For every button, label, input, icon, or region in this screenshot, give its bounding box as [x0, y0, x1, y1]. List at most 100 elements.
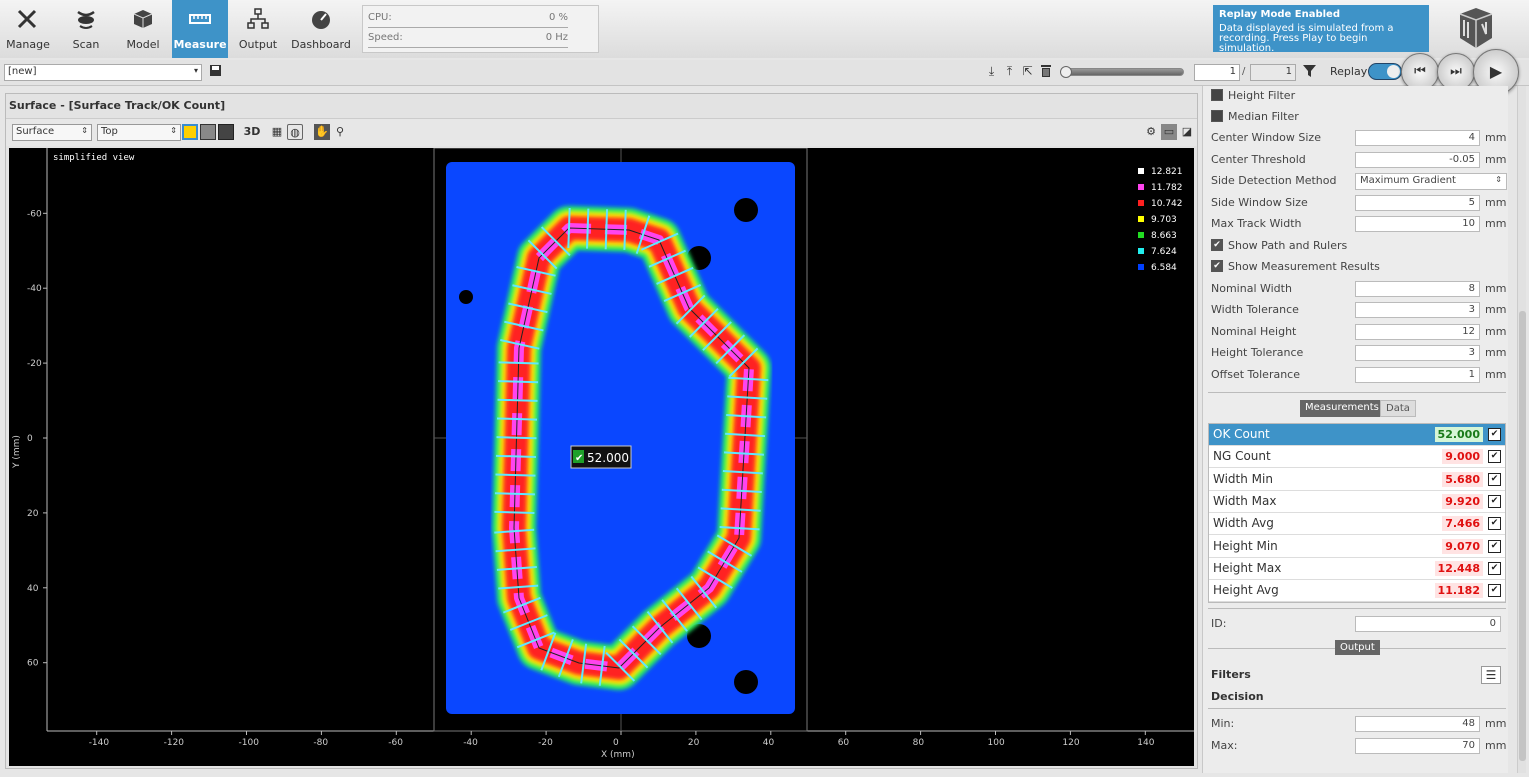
median-filter-checkbox[interactable] [1211, 110, 1223, 122]
nominal-width-input[interactable]: 8 [1355, 281, 1480, 297]
height-tolerance-input[interactable]: 3 [1355, 345, 1480, 361]
settings-scrollbar[interactable] [1517, 86, 1526, 773]
side-detection-method-select[interactable]: Maximum Gradient ⇕ [1355, 173, 1507, 190]
nav-model-button[interactable]: Model [115, 0, 171, 58]
unit-label: mm [1485, 346, 1507, 359]
y-tick-label: 20 [27, 509, 39, 519]
nav-scan-button[interactable]: Scan [58, 0, 114, 58]
max-label: Max: [1211, 739, 1238, 752]
save-icon[interactable] [209, 64, 222, 78]
enabled-checkbox[interactable]: ✔ [1488, 450, 1501, 464]
list-icon[interactable]: ☰ [1481, 666, 1501, 684]
secondary-toolbar: [new] ▾ ⤓ ⤒ ⇱ 1 / 1 Replay [0, 60, 1529, 86]
grid-mesh-icon[interactable]: ▦ [269, 124, 285, 140]
scrollbar-thumb[interactable] [1519, 311, 1526, 761]
tab-data[interactable]: Data [1380, 400, 1416, 417]
window-icon[interactable]: ◪ [1179, 124, 1195, 140]
setting-label: Max Track Width [1211, 217, 1302, 230]
settings-gears-icon[interactable]: ⚙ [1143, 124, 1159, 140]
replay-toggle[interactable] [1368, 63, 1402, 80]
center-window-size-input[interactable]: 4 [1355, 130, 1480, 146]
intensity-view-icon[interactable] [200, 124, 216, 140]
view-3d-button[interactable]: 3D [242, 124, 262, 140]
layout-icon[interactable]: ▭ [1161, 124, 1177, 140]
height-filter-label: Height Filter [1228, 89, 1296, 102]
nav-manage-label: Manage [6, 38, 50, 51]
measurement-value: 12.448 [1434, 560, 1483, 576]
measurement-row[interactable]: Width Max 9.920 ✔ [1209, 491, 1505, 513]
measurement-row[interactable]: Height Max 12.448 ✔ [1209, 558, 1505, 580]
enabled-checkbox[interactable]: ✔ [1488, 561, 1501, 575]
scan-icon [77, 10, 95, 29]
enabled-checkbox[interactable]: ✔ [1488, 472, 1501, 486]
nav-manage-button[interactable]: Manage [0, 0, 56, 58]
slider-handle[interactable] [1060, 66, 1072, 78]
view-direction-select[interactable]: Top ⇕ [97, 124, 181, 141]
side-detection-method-value: Maximum Gradient [1360, 175, 1456, 186]
surface-viewport[interactable]: simplified view 12.821 11.782 10.742 9.703 8… [9, 148, 1194, 766]
setting-label: Height Tolerance [1211, 346, 1304, 359]
measurement-row[interactable]: OK Count 52.000 ✔ [1209, 424, 1505, 446]
enabled-checkbox[interactable]: ✔ [1488, 539, 1501, 553]
legend-swatch [1138, 184, 1144, 190]
measurement-row[interactable]: Height Avg 11.182 ✔ [1209, 580, 1505, 603]
show-results-row[interactable]: ✔ Show Measurement Results [1211, 259, 1503, 276]
setting-label: Offset Tolerance [1211, 368, 1300, 381]
x-tick-label: 0 [613, 738, 619, 748]
playback-slider[interactable] [1060, 66, 1184, 78]
zoom-icon[interactable]: ⚲ [332, 124, 348, 140]
min-input[interactable]: 48 [1355, 716, 1480, 732]
filter-icon[interactable] [1303, 65, 1316, 79]
tab-measurements[interactable]: Measurements [1300, 400, 1384, 417]
measurement-row[interactable]: Width Avg 7.466 ✔ [1209, 513, 1505, 536]
show-path-row[interactable]: ✔ Show Path and Rulers [1211, 238, 1503, 255]
view-type-select[interactable]: Surface ⇕ [12, 124, 92, 141]
heightmap-color-icon[interactable] [182, 124, 198, 140]
measurement-row[interactable]: Height Min 9.070 ✔ [1209, 536, 1505, 558]
measurement-row[interactable]: NG Count 9.000 ✔ [1209, 446, 1505, 469]
height-filter-row[interactable]: Height Filter [1211, 88, 1503, 105]
spinner-icon: ⇕ [1495, 175, 1502, 184]
median-filter-row[interactable]: Median Filter [1211, 109, 1503, 126]
ruler-line [567, 207, 571, 249]
upload-icon[interactable]: ⤒ [1003, 64, 1016, 78]
nominal-height-input[interactable]: 12 [1355, 324, 1480, 340]
show-results-checkbox[interactable]: ✔ [1211, 260, 1223, 272]
width-tolerance-input[interactable]: 3 [1355, 302, 1480, 318]
nav-measure-button[interactable]: Measure [172, 0, 228, 58]
height-filter-checkbox[interactable] [1211, 89, 1223, 101]
job-select[interactable]: [new] ▾ [4, 64, 202, 81]
center-threshold-input[interactable]: -0.05 [1355, 152, 1480, 168]
export-icon[interactable]: ⇱ [1021, 64, 1034, 78]
frame-current-value: 1 [1229, 66, 1236, 77]
hand-pan-icon[interactable]: ✋ [314, 124, 330, 140]
ruler-line [497, 417, 538, 421]
globe-icon[interactable]: ◍ [287, 124, 303, 140]
download-icon[interactable]: ⤓ [985, 64, 998, 78]
x-tick-label: 140 [1137, 738, 1154, 748]
max-track-width-input[interactable]: 10 [1355, 216, 1480, 232]
legend-value: 12.821 [1151, 167, 1183, 177]
offset-tolerance-input[interactable]: 1 [1355, 367, 1480, 383]
speed-label: Speed: [368, 32, 403, 43]
enabled-checkbox[interactable]: ✔ [1488, 584, 1501, 598]
frame-current-input[interactable]: 1 [1194, 64, 1240, 81]
nav-dashboard-label: Dashboard [291, 38, 351, 51]
trash-icon[interactable] [1039, 64, 1052, 78]
nav-dashboard-button[interactable]: Dashboard [290, 0, 352, 58]
setting-row: Center Threshold -0.05 mm [1211, 152, 1506, 169]
surface-view-panel: Surface - [Surface Track/OK Count] Surfa… [5, 93, 1198, 769]
side-window-size-input[interactable]: 5 [1355, 195, 1480, 211]
id-input[interactable]: 0 [1355, 616, 1501, 632]
show-path-checkbox[interactable]: ✔ [1211, 239, 1223, 251]
measurement-value: 7.466 [1442, 516, 1483, 532]
view-direction-value: Top [101, 126, 118, 137]
dark-view-icon[interactable] [218, 124, 234, 140]
max-input[interactable]: 70 [1355, 738, 1480, 754]
enabled-checkbox[interactable]: ✔ [1488, 428, 1501, 441]
unit-label: mm [1485, 217, 1507, 230]
measurement-row[interactable]: Width Min 5.680 ✔ [1209, 469, 1505, 491]
enabled-checkbox[interactable]: ✔ [1488, 517, 1501, 531]
enabled-checkbox[interactable]: ✔ [1488, 494, 1501, 508]
nav-output-button[interactable]: Output [230, 0, 286, 58]
